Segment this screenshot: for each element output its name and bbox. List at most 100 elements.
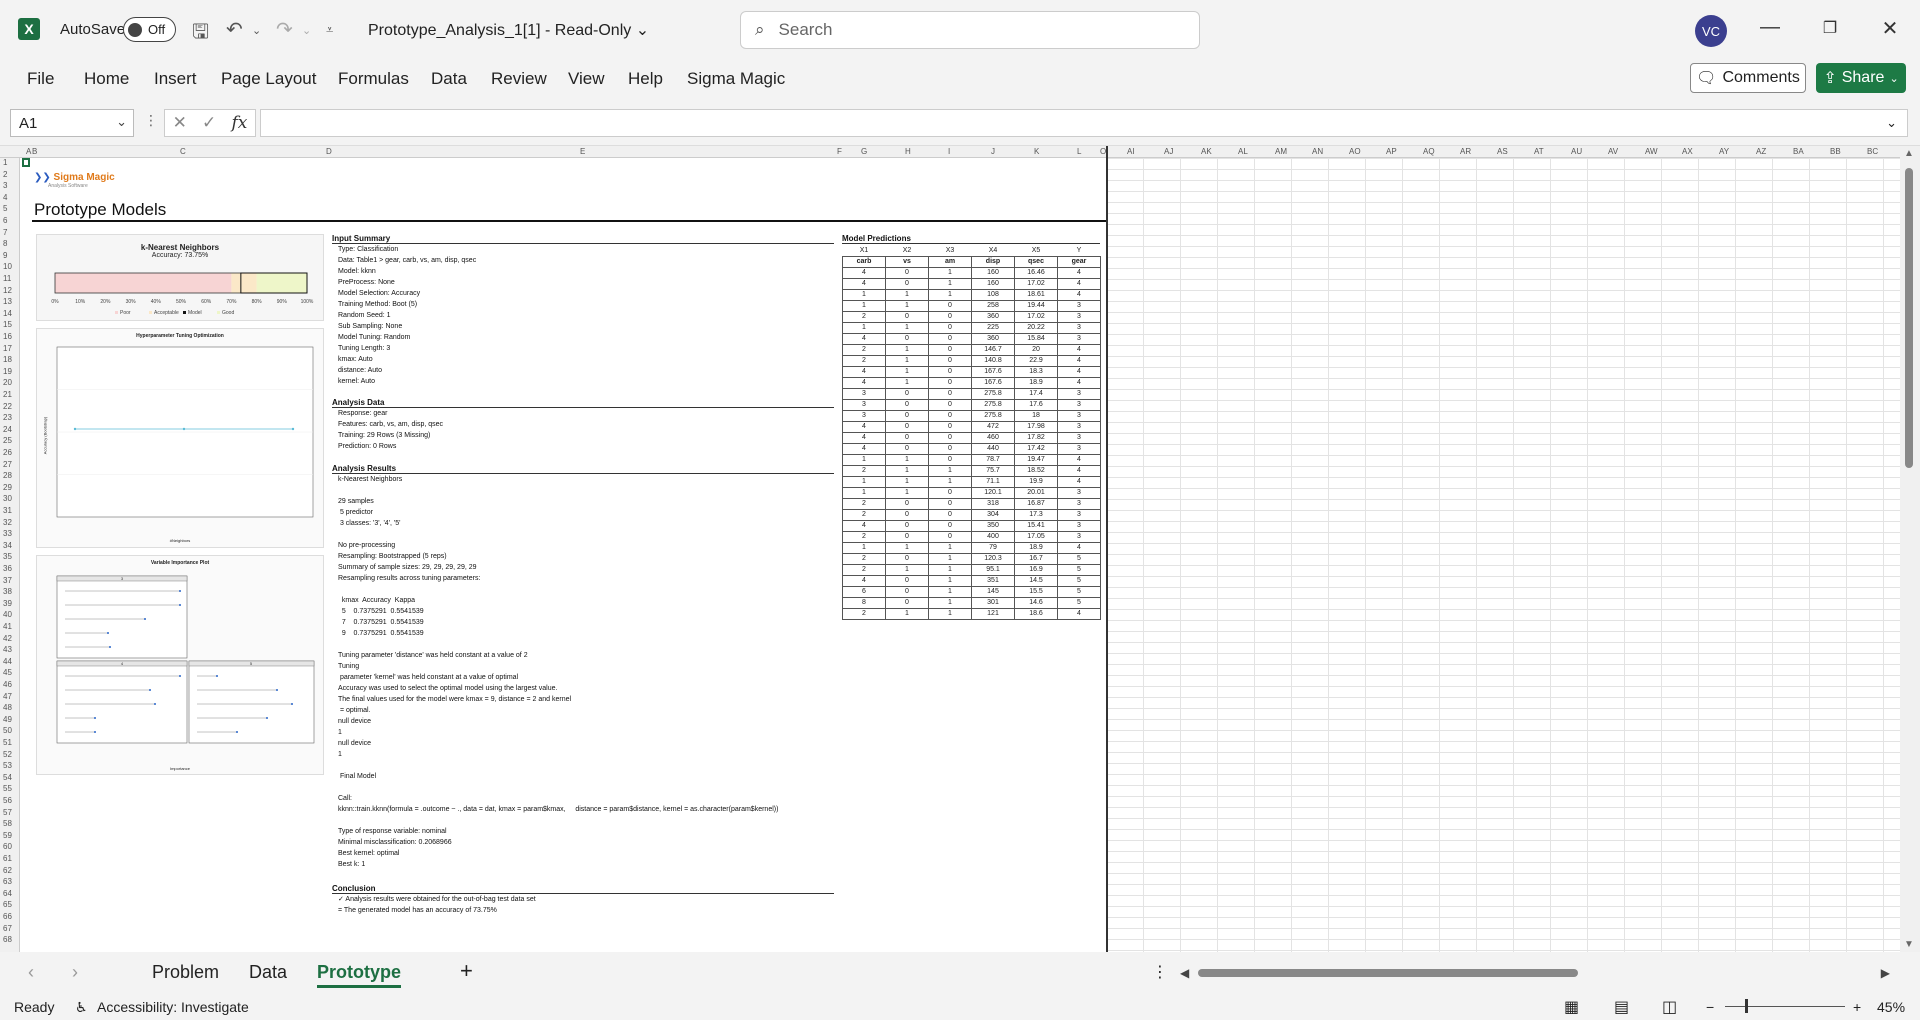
table-cell[interactable]: 3 [1057, 486, 1101, 499]
tab-review[interactable]: Review [491, 69, 547, 89]
table-cell[interactable]: 3 [1057, 431, 1101, 444]
col-header[interactable]: L [1077, 147, 1081, 156]
table-cell[interactable]: 440 [971, 442, 1015, 455]
table-row[interactable]: 4 0 0 360 15.84 3 [842, 332, 1101, 345]
table-cell[interactable]: 1 [885, 607, 929, 620]
table-cell[interactable]: 400 [971, 530, 1015, 543]
col-header[interactable]: AR [1460, 147, 1471, 156]
table-cell[interactable]: 4 [842, 376, 886, 389]
row-header[interactable]: 34 [3, 541, 12, 550]
col-header[interactable]: E [580, 147, 585, 156]
horizontal-scrollbar[interactable]: ◀ ▶ [1180, 966, 1890, 980]
table-cell[interactable]: 4 [1057, 266, 1101, 279]
row-header[interactable]: 35 [3, 552, 12, 561]
row-header[interactable]: 7 [3, 228, 7, 237]
table-cell[interactable]: 19.47 [1014, 453, 1058, 466]
table-cell[interactable]: 2 [842, 497, 886, 510]
table-cell[interactable]: 0 [928, 343, 972, 356]
table-cell[interactable]: 2 [842, 508, 886, 521]
table-cell[interactable]: 360 [971, 310, 1015, 323]
table-cell[interactable]: 1 [885, 541, 929, 554]
table-cell[interactable]: 15.41 [1014, 519, 1058, 532]
col-header[interactable]: C [180, 147, 186, 156]
row-header[interactable]: 48 [3, 703, 12, 712]
row-header[interactable]: 39 [3, 599, 12, 608]
row-header[interactable]: 4 [3, 193, 7, 202]
undo-icon[interactable]: ↶ [226, 17, 243, 42]
col-header[interactable]: AV [1608, 147, 1618, 156]
row-header[interactable]: 15 [3, 320, 12, 329]
row-header[interactable]: 51 [3, 738, 12, 747]
col-header[interactable]: AW [1645, 147, 1658, 156]
table-cell[interactable]: 167.6 [971, 365, 1015, 378]
row-header[interactable]: 22 [3, 402, 12, 411]
table-cell[interactable]: 275.8 [971, 398, 1015, 411]
table-cell[interactable]: 1 [842, 299, 886, 312]
table-cell[interactable]: 1 [928, 585, 972, 598]
table-row[interactable]: 4 0 0 460 17.82 3 [842, 431, 1101, 444]
table-cell[interactable]: 4 [1057, 277, 1101, 290]
col-header[interactable]: AX [1682, 147, 1693, 156]
table-cell[interactable]: 0 [928, 497, 972, 510]
table-row[interactable]: 4 0 1 160 17.02 4 [842, 277, 1101, 290]
table-row[interactable]: 2 0 0 360 17.02 3 [842, 310, 1101, 323]
col-header[interactable]: AQ [1423, 147, 1435, 156]
row-header[interactable]: 8 [3, 239, 7, 248]
table-cell[interactable]: 15.5 [1014, 585, 1058, 598]
table-cell[interactable]: 2 [842, 343, 886, 356]
table-cell[interactable]: 79 [971, 541, 1015, 554]
table-cell[interactable]: 0 [885, 387, 929, 400]
row-header[interactable]: 47 [3, 692, 12, 701]
table-cell[interactable]: 3 [1057, 519, 1101, 532]
minimize-icon[interactable]: — [1755, 16, 1785, 39]
table-cell[interactable]: 78.7 [971, 453, 1015, 466]
table-cell[interactable]: 120.1 [971, 486, 1015, 499]
zoom-level[interactable]: 45% [1877, 999, 1905, 1015]
table-cell[interactable]: 0 [885, 519, 929, 532]
table-cell[interactable]: 351 [971, 574, 1015, 587]
table-row[interactable]: 4 1 0 167.6 18.9 4 [842, 376, 1101, 389]
table-cell[interactable]: 3 [1057, 508, 1101, 521]
col-header[interactable]: BB [1830, 147, 1841, 156]
scroll-up-icon[interactable]: ▲ [1904, 148, 1914, 159]
row-header[interactable]: 18 [3, 355, 12, 364]
table-cell[interactable]: 0 [928, 321, 972, 334]
table-cell[interactable]: 0 [885, 552, 929, 565]
next-sheet-icon[interactable]: › [72, 962, 78, 983]
table-cell[interactable]: 146.7 [971, 343, 1015, 356]
table-cell[interactable]: 318 [971, 497, 1015, 510]
table-cell[interactable]: 140.8 [971, 354, 1015, 367]
table-cell[interactable]: 1 [928, 266, 972, 279]
column-header[interactable]: am [928, 255, 972, 268]
table-cell[interactable]: 4 [842, 519, 886, 532]
table-row[interactable]: 1 1 0 78.7 19.47 4 [842, 453, 1101, 466]
row-header[interactable]: 62 [3, 866, 12, 875]
redo-dropdown-icon[interactable]: ⌄ [302, 24, 311, 37]
table-row[interactable]: 4 0 0 472 17.98 3 [842, 420, 1101, 433]
col-header[interactable]: AI [1127, 147, 1135, 156]
table-cell[interactable]: 0 [885, 277, 929, 290]
table-cell[interactable]: 3 [1057, 409, 1101, 422]
table-cell[interactable]: 160 [971, 277, 1015, 290]
table-cell[interactable]: 22.9 [1014, 354, 1058, 367]
active-cell[interactable] [22, 158, 30, 167]
table-row[interactable]: 3 0 0 275.8 17.4 3 [842, 387, 1101, 400]
table-row[interactable]: 2 0 1 120.3 16.7 5 [842, 552, 1101, 565]
table-cell[interactable]: 120.3 [971, 552, 1015, 565]
table-cell[interactable]: 14.5 [1014, 574, 1058, 587]
table-cell[interactable]: 160 [971, 266, 1015, 279]
table-cell[interactable]: 3 [842, 409, 886, 422]
more-sheets-icon[interactable]: ⋮ [1152, 962, 1168, 982]
cancel-icon[interactable]: ✕ [173, 113, 187, 133]
table-cell[interactable]: 0 [928, 299, 972, 312]
customize-toolbar-icon[interactable]: ⩡ [326, 22, 333, 38]
table-row[interactable]: 4 0 0 440 17.42 3 [842, 442, 1101, 455]
tab-formulas[interactable]: Formulas [338, 69, 409, 89]
row-header[interactable]: 25 [3, 436, 12, 445]
row-header[interactable]: 12 [3, 286, 12, 295]
table-cell[interactable]: 17.05 [1014, 530, 1058, 543]
table-cell[interactable]: 3 [1057, 299, 1101, 312]
col-header[interactable]: H [905, 147, 911, 156]
table-row[interactable]: 1 1 1 71.1 19.9 4 [842, 475, 1101, 488]
restore-icon[interactable]: ❐ [1815, 18, 1845, 38]
